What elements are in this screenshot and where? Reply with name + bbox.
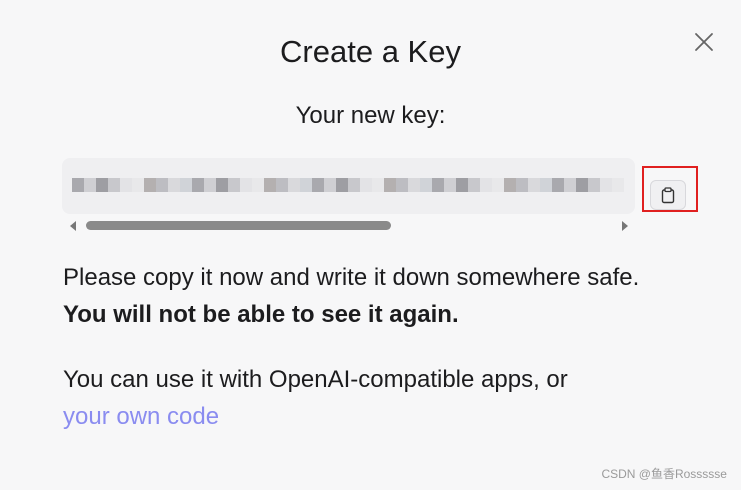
own-code-link[interactable]: your own code	[63, 403, 219, 430]
dialog-title: Create a Key	[280, 34, 461, 69]
usage-text: You can use it with OpenAI-compatible ap…	[63, 361, 683, 435]
copy-key-button[interactable]	[650, 180, 686, 210]
key-subtitle: Your new key:	[295, 102, 446, 129]
obscured-key-value	[72, 178, 624, 192]
warning-text: Please copy it now and write it down som…	[63, 264, 640, 291]
copy-warning-text: Please copy it now and write it down som…	[63, 259, 683, 333]
scroll-right-arrow-icon[interactable]	[622, 221, 628, 231]
create-key-dialog: Create a Key Your new key: Please copy i…	[0, 0, 741, 490]
key-scrollbar[interactable]	[66, 218, 632, 232]
close-button[interactable]	[690, 28, 718, 56]
close-icon	[695, 33, 713, 51]
warning-bold-text: You will not be able to see it again.	[63, 301, 459, 328]
scroll-left-arrow-icon[interactable]	[70, 221, 76, 231]
usage-description: You can use it with OpenAI-compatible ap…	[63, 366, 568, 393]
scroll-thumb[interactable]	[86, 221, 391, 230]
key-field[interactable]	[62, 158, 635, 214]
watermark: CSDN @鱼香Rossssse	[601, 467, 727, 481]
clipboard-icon	[661, 186, 675, 203]
